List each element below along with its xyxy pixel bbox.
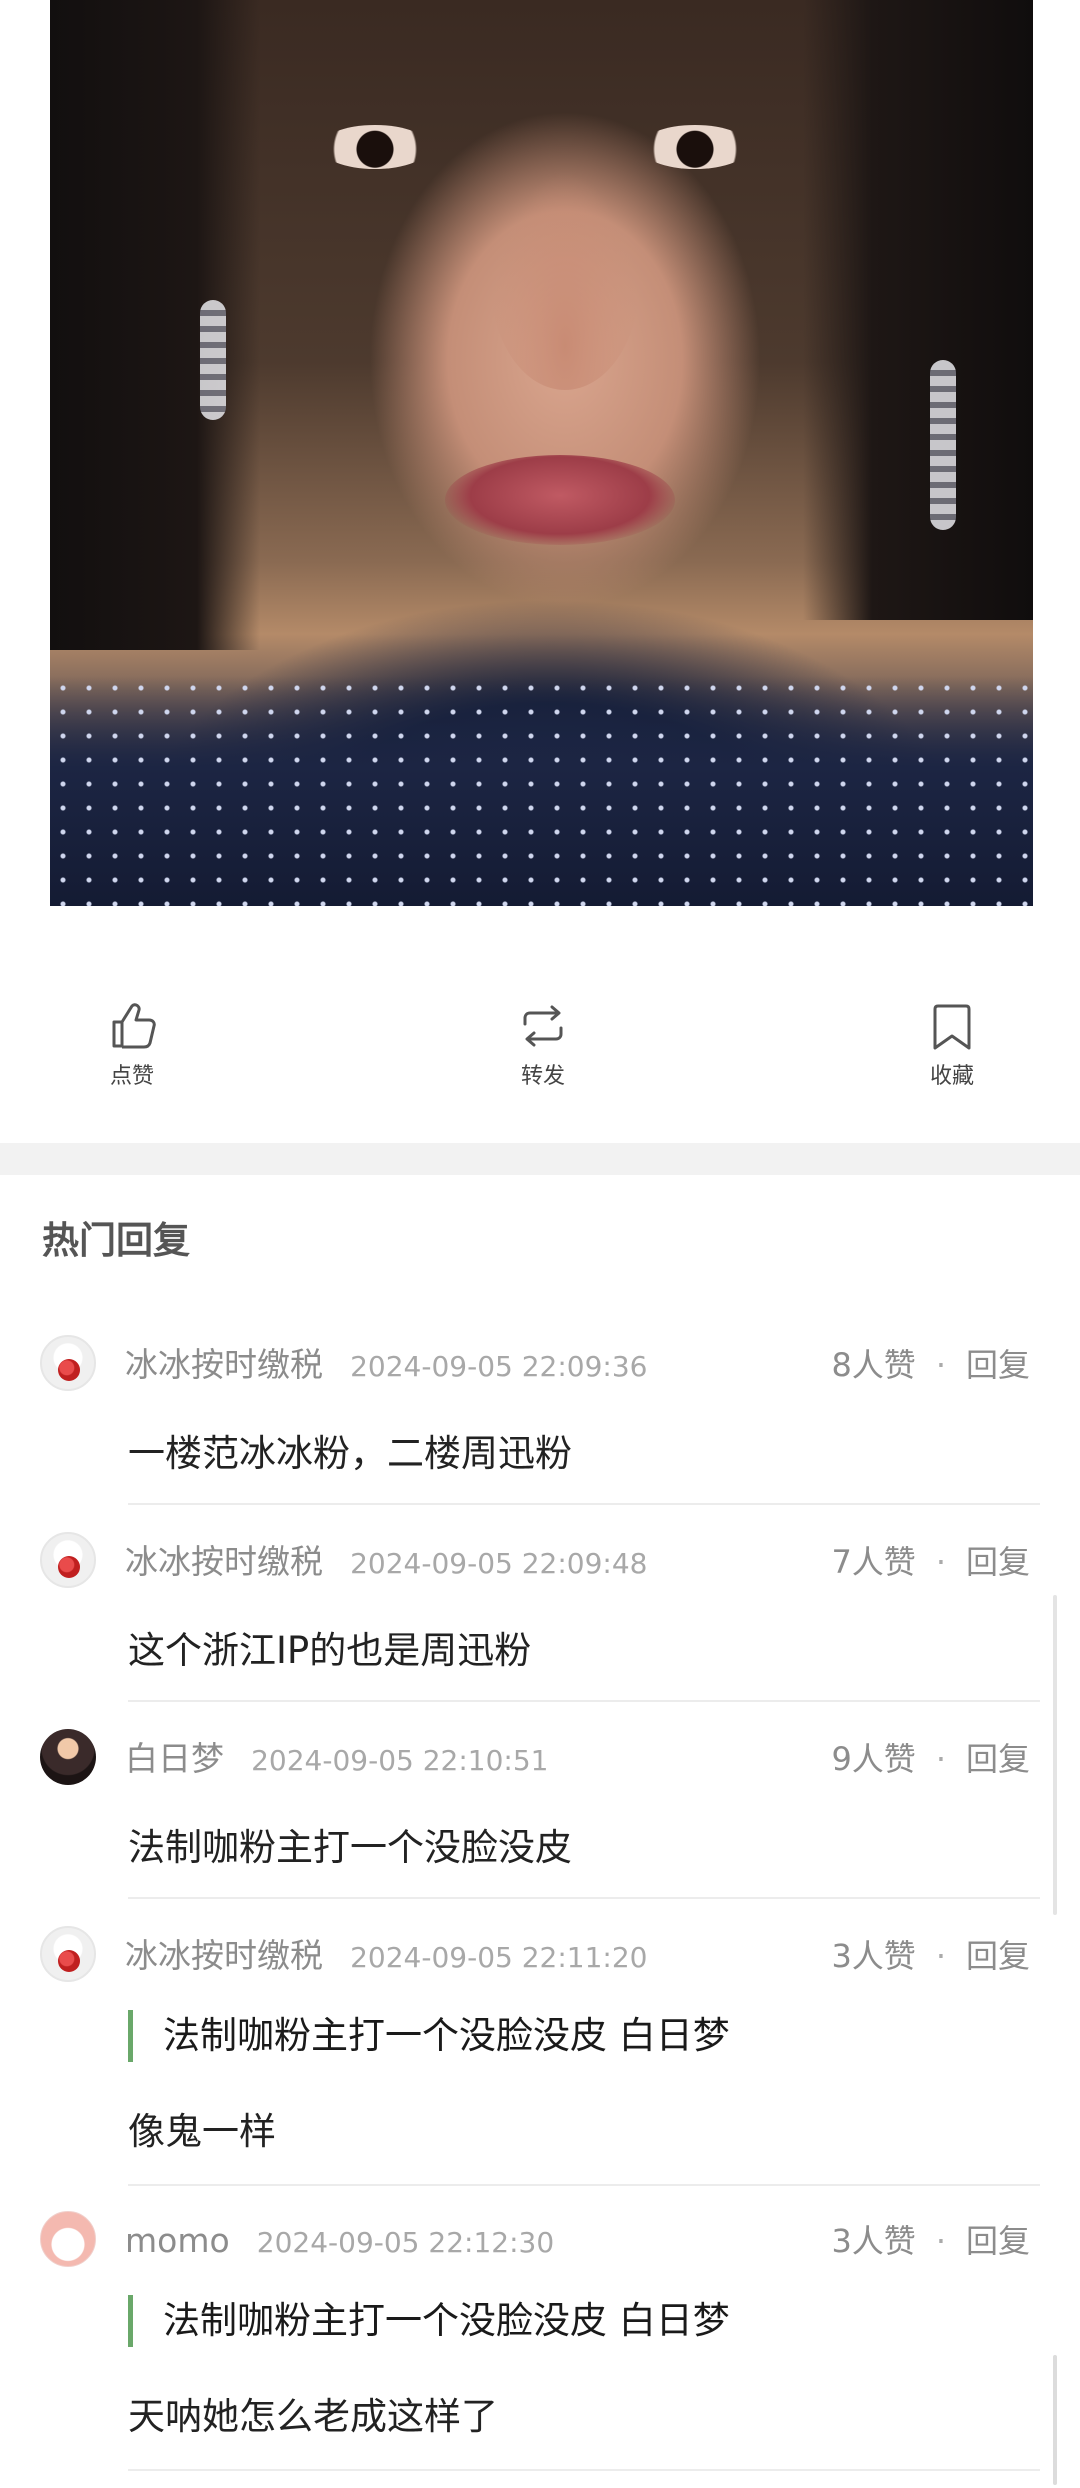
hot-replies-title: 热门回复 [42, 1219, 190, 1262]
comment-timestamp: 2024-09-05 22:09:48 [350, 1547, 648, 1580]
comment-username[interactable]: 白日梦 [125, 1739, 224, 1778]
comment-timestamp: 2024-09-05 22:12:30 [256, 2226, 555, 2259]
comment-text: 法制咖粉主打一个没脸没皮 [128, 1826, 572, 1869]
reply-button[interactable]: 回复 [966, 2222, 1030, 2260]
comment-timestamp: 2024-09-05 22:09:36 [350, 1350, 648, 1383]
avatar[interactable] [40, 1729, 96, 1785]
thumbs-up-icon [112, 1003, 156, 1049]
reply-button[interactable]: 回复 [966, 1937, 1030, 1975]
section-divider [0, 1143, 1080, 1175]
comment-timestamp: 2024-09-05 22:10:51 [251, 1744, 549, 1777]
comment-separator [128, 2469, 1040, 2471]
comment-username[interactable]: 冰冰按时缴税 [125, 1936, 323, 1975]
comment-separator [128, 2184, 1040, 2186]
bookmark-button[interactable]: 收藏 [892, 1000, 1012, 1090]
comment-text: 一楼范冰冰粉，二楼周迅粉 [128, 1432, 572, 1475]
reply-button[interactable]: 回复 [966, 1346, 1030, 1384]
comment-text: 像鬼一样 [128, 2110, 276, 2153]
reply-button[interactable]: 回复 [966, 1740, 1030, 1778]
quoted-reply[interactable]: 法制咖粉主打一个没脸没皮 白日梦 [128, 2295, 730, 2347]
avatar[interactable] [40, 1532, 96, 1588]
bookmark-icon [933, 1004, 971, 1050]
comment-username[interactable]: momo [125, 2221, 230, 2260]
quoted-reply[interactable]: 法制咖粉主打一个没脸没皮 白日梦 [128, 2010, 730, 2062]
avatar[interactable] [40, 1335, 96, 1391]
repost-button[interactable]: 转发 [483, 1000, 603, 1090]
like-label: 点赞 [109, 1064, 154, 1089]
scrollbar[interactable] [1053, 1595, 1057, 1915]
like-count[interactable]: 3人赞 [831, 1937, 915, 1975]
avatar[interactable] [40, 1926, 96, 1982]
comment-separator [128, 1503, 1040, 1505]
like-count[interactable]: 7人赞 [831, 1543, 915, 1581]
comment-username[interactable]: 冰冰按时缴税 [125, 1345, 323, 1384]
like-button[interactable]: 点赞 [72, 1000, 192, 1090]
scrollbar[interactable] [1053, 2355, 1057, 2485]
post-photo[interactable] [50, 0, 1033, 906]
repost-label: 转发 [520, 1064, 565, 1089]
comment-separator [128, 1700, 1040, 1702]
comment-text: 这个浙江IP的也是周迅粉 [128, 1629, 532, 1672]
avatar[interactable] [40, 2211, 96, 2267]
comment-text: 天呐她怎么老成这样了 [128, 2395, 498, 2438]
comment-timestamp: 2024-09-05 22:11:20 [350, 1941, 648, 1974]
reply-button[interactable]: 回复 [966, 1543, 1030, 1581]
like-count[interactable]: 9人赞 [831, 1740, 915, 1778]
post-action-bar: 点赞 转发 收藏 [0, 1000, 1080, 1110]
comment-separator [128, 1897, 1040, 1899]
bookmark-label: 收藏 [929, 1064, 974, 1089]
like-count[interactable]: 8人赞 [831, 1346, 915, 1384]
like-count[interactable]: 3人赞 [831, 2222, 915, 2260]
repost-icon [523, 1005, 563, 1047]
comment-username[interactable]: 冰冰按时缴税 [125, 1542, 323, 1581]
